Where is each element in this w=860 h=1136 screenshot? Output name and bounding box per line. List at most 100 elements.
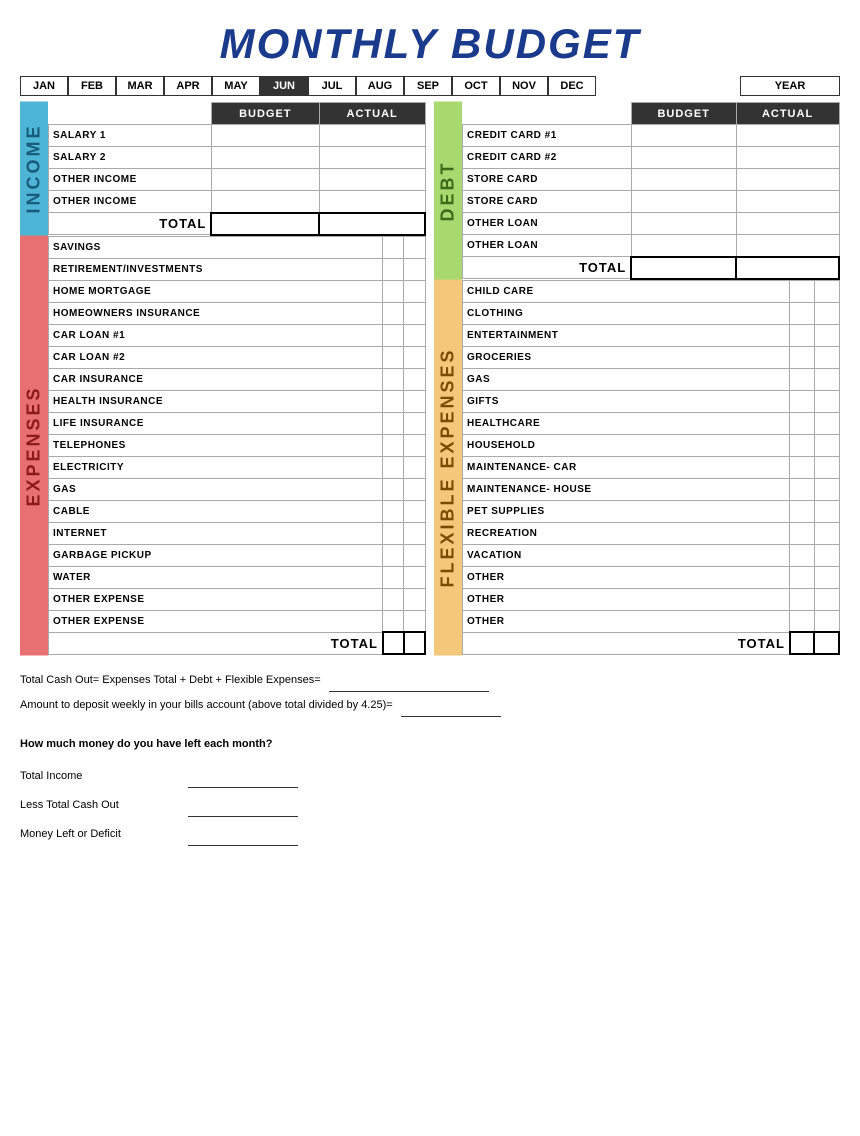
less-cash-out-field[interactable] [188,794,298,817]
expenses-row-actual[interactable] [404,522,425,544]
income-row-actual[interactable] [319,125,425,147]
flexible-row-budget[interactable] [790,478,815,500]
income-row-budget[interactable] [211,191,319,213]
tab-jul[interactable]: JUL [308,76,356,96]
expenses-row-budget[interactable] [383,236,404,258]
flexible-row-budget[interactable] [790,434,815,456]
expenses-row-actual[interactable] [404,412,425,434]
expenses-row-actual[interactable] [404,258,425,280]
expenses-row-actual[interactable] [404,566,425,588]
flexible-row-actual[interactable] [814,456,839,478]
tab-jan[interactable]: JAN [20,76,68,96]
flexible-row-budget[interactable] [790,390,815,412]
flexible-row-actual[interactable] [814,368,839,390]
flexible-row-actual[interactable] [814,324,839,346]
expenses-row-actual[interactable] [404,610,425,632]
debt-row-budget[interactable] [631,235,736,257]
year-tab[interactable]: YEAR [740,76,840,96]
flexible-row-actual[interactable] [814,610,839,632]
expenses-row-budget[interactable] [383,610,404,632]
debt-row-actual[interactable] [736,213,839,235]
income-row-actual[interactable] [319,147,425,169]
debt-row-budget[interactable] [631,191,736,213]
tab-aug[interactable]: AUG [356,76,404,96]
income-row-actual[interactable] [319,169,425,191]
tab-oct[interactable]: OCT [452,76,500,96]
flexible-row-budget[interactable] [790,280,815,302]
flexible-row-actual[interactable] [814,390,839,412]
tab-feb[interactable]: FEB [68,76,116,96]
income-row-actual[interactable] [319,191,425,213]
expenses-row-actual[interactable] [404,302,425,324]
flexible-row-budget[interactable] [790,522,815,544]
debt-row-actual[interactable] [736,191,839,213]
expenses-row-budget[interactable] [383,302,404,324]
flexible-row-budget[interactable] [790,456,815,478]
debt-row-actual[interactable] [736,125,839,147]
expenses-total-budget[interactable] [383,632,404,654]
expenses-row-actual[interactable] [404,368,425,390]
expenses-row-actual[interactable] [404,456,425,478]
expenses-row-actual[interactable] [404,478,425,500]
expenses-total-actual[interactable] [404,632,425,654]
flexible-row-actual[interactable] [814,434,839,456]
flexible-row-actual[interactable] [814,478,839,500]
flexible-row-budget[interactable] [790,368,815,390]
expenses-row-budget[interactable] [383,258,404,280]
flexible-row-actual[interactable] [814,588,839,610]
expenses-row-budget[interactable] [383,500,404,522]
expenses-row-budget[interactable] [383,346,404,368]
income-total-actual[interactable] [319,213,425,235]
expenses-row-budget[interactable] [383,368,404,390]
flexible-row-budget[interactable] [790,346,815,368]
cash-out-field[interactable] [329,669,489,692]
income-row-budget[interactable] [211,125,319,147]
expenses-row-actual[interactable] [404,544,425,566]
expenses-row-budget[interactable] [383,478,404,500]
expenses-row-budget[interactable] [383,544,404,566]
expenses-row-actual[interactable] [404,434,425,456]
flexible-total-budget[interactable] [790,632,815,654]
flexible-row-budget[interactable] [790,302,815,324]
flexible-row-budget[interactable] [790,412,815,434]
expenses-row-actual[interactable] [404,324,425,346]
expenses-row-budget[interactable] [383,412,404,434]
weekly-deposit-field[interactable] [401,694,501,717]
tab-jun[interactable]: JUN [260,76,308,96]
debt-row-budget[interactable] [631,169,736,191]
flexible-row-budget[interactable] [790,544,815,566]
tab-nov[interactable]: NOV [500,76,548,96]
expenses-row-actual[interactable] [404,390,425,412]
tab-may[interactable]: MAY [212,76,260,96]
money-left-field[interactable] [188,823,298,846]
expenses-row-budget[interactable] [383,522,404,544]
expenses-row-budget[interactable] [383,434,404,456]
income-row-budget[interactable] [211,169,319,191]
debt-row-actual[interactable] [736,169,839,191]
expenses-row-actual[interactable] [404,280,425,302]
expenses-row-budget[interactable] [383,566,404,588]
tab-dec[interactable]: DEC [548,76,596,96]
flexible-row-actual[interactable] [814,346,839,368]
debt-row-actual[interactable] [736,235,839,257]
debt-total-budget[interactable] [631,257,736,279]
flexible-row-budget[interactable] [790,588,815,610]
flexible-row-budget[interactable] [790,324,815,346]
tab-mar[interactable]: MAR [116,76,164,96]
debt-row-actual[interactable] [736,147,839,169]
flexible-row-actual[interactable] [814,302,839,324]
tab-apr[interactable]: APR [164,76,212,96]
flexible-row-budget[interactable] [790,610,815,632]
expenses-row-budget[interactable] [383,588,404,610]
flexible-row-actual[interactable] [814,500,839,522]
flexible-row-actual[interactable] [814,522,839,544]
total-income-field[interactable] [188,765,298,788]
flexible-row-actual[interactable] [814,566,839,588]
flexible-row-budget[interactable] [790,566,815,588]
debt-row-budget[interactable] [631,213,736,235]
flexible-row-actual[interactable] [814,544,839,566]
expenses-row-actual[interactable] [404,346,425,368]
expenses-row-budget[interactable] [383,456,404,478]
expenses-row-budget[interactable] [383,390,404,412]
expenses-row-actual[interactable] [404,500,425,522]
